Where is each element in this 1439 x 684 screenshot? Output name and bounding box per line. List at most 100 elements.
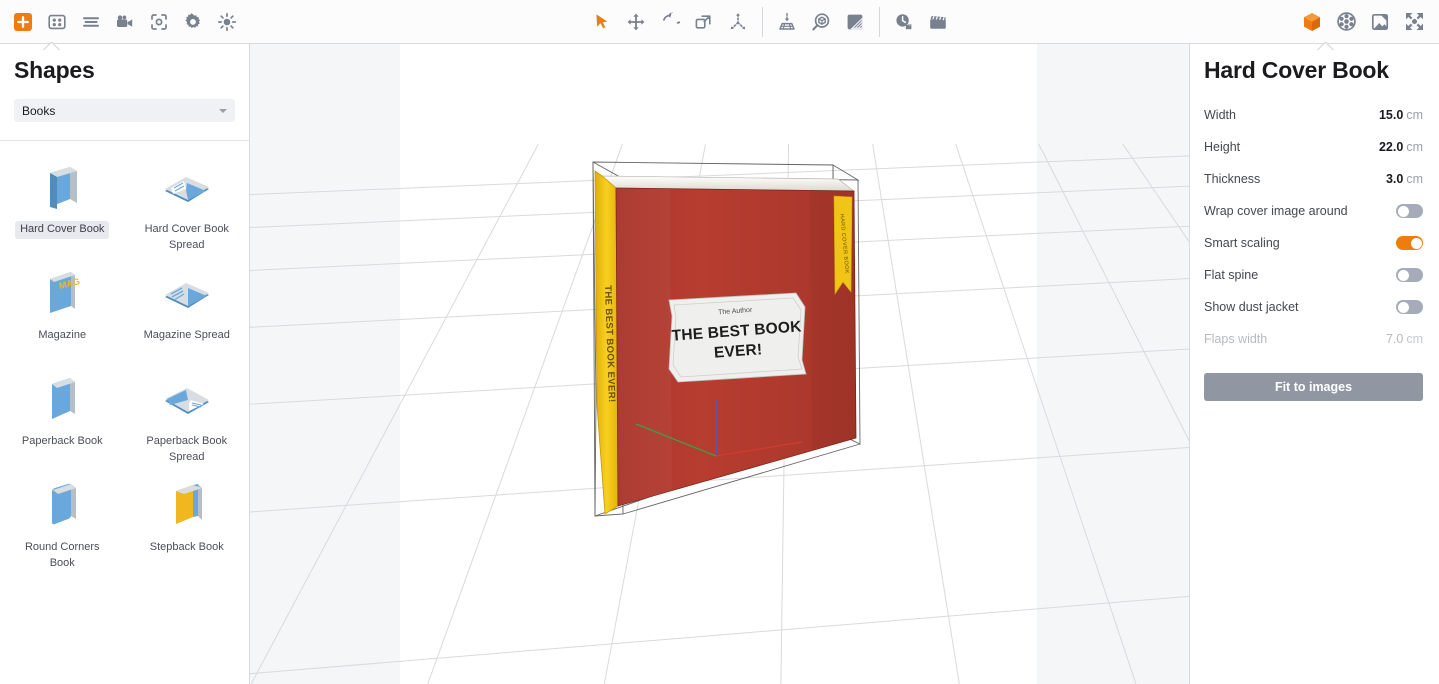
property-row-wrap-cover-image-around: Wrap cover image around — [1204, 195, 1423, 227]
toggle-smart-scaling[interactable] — [1396, 236, 1423, 251]
page-title: Shapes — [14, 57, 95, 83]
shape-category-dropdown[interactable]: Books — [14, 99, 235, 123]
property-row-height: Height 22.0 cm — [1204, 131, 1423, 163]
material-swatch-icon[interactable] — [838, 5, 872, 39]
magazine-spread-icon — [159, 267, 215, 321]
property-value-width[interactable]: 15.0 cm — [1379, 108, 1423, 122]
distribute-icon[interactable] — [721, 5, 755, 39]
property-row-thickness: Thickness 3.0 cm — [1204, 163, 1423, 195]
toggle-flat-spine[interactable] — [1396, 268, 1423, 283]
shapes-panel-header: Shapes — [0, 44, 249, 83]
value-unit: cm — [1406, 332, 1423, 347]
hard-cover-book-model[interactable]: HARD COVER BOOK The Author THE BEST BOOK… — [250, 44, 1188, 683]
property-value-thickness[interactable]: 3.0 cm — [1386, 172, 1423, 186]
sun-light-icon[interactable] — [210, 5, 244, 39]
value-number: 3.0 — [1385, 172, 1404, 187]
drop-to-floor-icon[interactable] — [770, 5, 804, 39]
stepback-book-icon — [159, 479, 215, 533]
value-number: 15.0 — [1378, 108, 1404, 123]
shape-item-label: Hard Cover Book Spread — [144, 223, 229, 252]
toggle-knob — [1397, 269, 1409, 281]
main-toolbar — [0, 0, 1439, 44]
image-export-icon[interactable] — [1363, 5, 1397, 39]
property-row-flaps-width: Flaps width 7.0 cm — [1204, 323, 1423, 355]
focus-target-icon[interactable] — [142, 5, 176, 39]
properties-title: Hard Cover Book — [1204, 57, 1389, 83]
clapperboard-icon[interactable] — [921, 5, 955, 39]
shape-item-label: Magazine — [38, 329, 87, 342]
shape-item-stepback-book[interactable]: Stepback Book — [125, 471, 250, 577]
list-lines-icon[interactable] — [74, 5, 108, 39]
property-row-smart-scaling: Smart scaling — [1204, 227, 1423, 259]
toggle-knob — [1397, 301, 1409, 313]
property-label: Thickness — [1204, 172, 1261, 187]
property-row-show-dust-jacket: Show dust jacket — [1204, 291, 1423, 323]
value-number: 22.0 — [1378, 140, 1404, 155]
toggle-knob — [1397, 205, 1409, 217]
shape-list: Hard Cover Book Hard Cover Book Spread M… — [0, 141, 249, 684]
fit-to-images-button[interactable]: Fit to images — [1204, 373, 1423, 402]
label-title-line2: EVER! — [713, 341, 762, 361]
cube-3d-icon[interactable] — [1295, 5, 1329, 39]
paperback-book-spread-icon — [159, 373, 215, 427]
app-body: Shapes Books Hard Cover Book Hard Cover … — [0, 44, 1439, 684]
hard-cover-book-spread-icon — [159, 161, 215, 215]
property-row-flat-spine: Flat spine — [1204, 259, 1423, 291]
toggle-wrap-cover-image-around[interactable] — [1396, 204, 1423, 219]
inspect-object-icon[interactable] — [804, 5, 838, 39]
film-reel-icon[interactable] — [1329, 5, 1363, 39]
magazine-icon: MAG — [34, 267, 90, 321]
toolbar-separator-2 — [878, 6, 880, 37]
shape-item-paperback-book-spread[interactable]: Paperback Book Spread — [125, 365, 250, 471]
chevron-down-icon — [219, 109, 227, 114]
properties-panel: Hard Cover Book Width 15.0 cm Height 22.0… — [1189, 44, 1439, 684]
shape-item-label: Paperback Book Spread — [146, 435, 228, 464]
toggle-knob — [1410, 237, 1422, 249]
round-corners-book-icon — [34, 479, 90, 533]
property-label: Width — [1204, 108, 1236, 123]
property-label: Wrap cover image around — [1204, 204, 1348, 219]
video-camera-icon[interactable] — [108, 5, 142, 39]
property-label: Flaps width — [1204, 332, 1268, 347]
property-rows: Width 15.0 cm Height 22.0 cm Thickness 3.0… — [1204, 99, 1423, 355]
toolbar-group-file — [0, 0, 244, 43]
render-time-icon[interactable] — [887, 5, 921, 39]
property-value-height[interactable]: 22.0 cm — [1379, 140, 1423, 154]
gear-icon[interactable] — [176, 5, 210, 39]
shape-item-hard-cover-book-spread[interactable]: Hard Cover Book Spread — [125, 153, 250, 259]
value-unit: cm — [1406, 140, 1423, 155]
add-plus-icon[interactable] — [6, 5, 40, 39]
shape-item-round-corners-book[interactable]: Round Corners Book — [0, 471, 125, 577]
property-value-flaps-width: 7.0 cm — [1386, 332, 1423, 346]
value-unit: cm — [1406, 108, 1423, 123]
shape-item-label: Round Corners Book — [24, 541, 100, 570]
shape-item-label: Hard Cover Book — [15, 221, 110, 240]
shape-item-label: Paperback Book — [21, 435, 103, 448]
property-label: Flat spine — [1204, 268, 1259, 283]
toolbar-group-transform — [585, 0, 755, 43]
toolbar-group-render — [887, 0, 955, 43]
toolbar-group-view — [1295, 0, 1439, 43]
shape-item-paperback-book[interactable]: Paperback Book — [0, 365, 125, 471]
toolbar-separator-1 — [761, 6, 763, 37]
shape-item-label: Magazine Spread — [143, 329, 230, 342]
shape-item-label: Stepback Book — [149, 541, 224, 554]
paperback-book-icon — [34, 373, 90, 427]
hard-cover-book-icon — [34, 161, 90, 215]
app-root: Shapes Books Hard Cover Book Hard Cover … — [0, 0, 1439, 684]
toggle-show-dust-jacket[interactable] — [1396, 300, 1423, 315]
rotate-icon[interactable] — [653, 5, 687, 39]
scale-icon[interactable] — [687, 5, 721, 39]
shape-category-value: Books — [22, 103, 56, 118]
shapes-panel: Shapes Books Hard Cover Book Hard Cover … — [0, 44, 250, 684]
fullscreen-icon[interactable] — [1397, 5, 1431, 39]
shape-item-hard-cover-book[interactable]: Hard Cover Book — [0, 153, 125, 259]
move-arrows-icon[interactable] — [619, 5, 653, 39]
3d-viewport[interactable]: HARD COVER BOOK The Author THE BEST BOOK… — [250, 44, 1189, 684]
value-number: 7.0 — [1385, 332, 1404, 347]
shape-item-magazine[interactable]: MAG Magazine — [0, 259, 125, 365]
property-label: Show dust jacket — [1204, 300, 1299, 315]
cursor-arrow-icon[interactable] — [585, 5, 619, 39]
grid-layout-icon[interactable] — [40, 5, 74, 39]
shape-item-magazine-spread[interactable]: Magazine Spread — [125, 259, 250, 365]
